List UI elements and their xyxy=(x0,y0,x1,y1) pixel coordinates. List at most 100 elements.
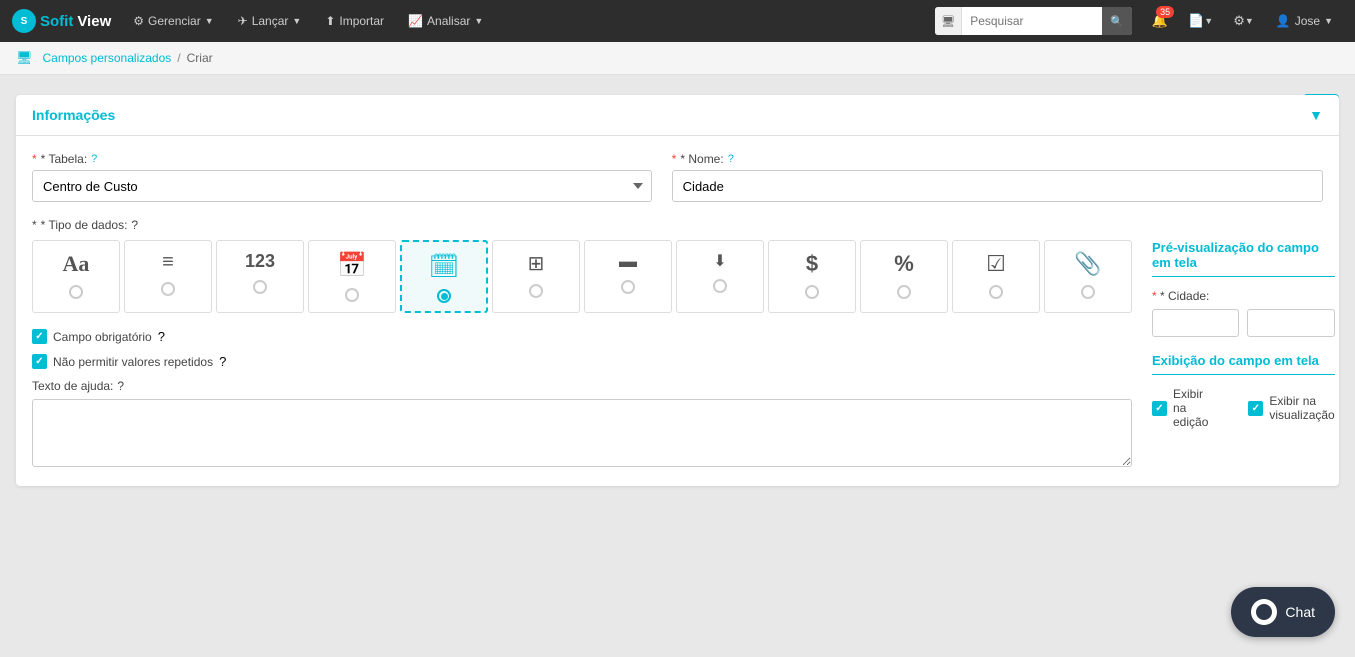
tabela-select[interactable]: Centro de CustoOutro xyxy=(32,170,652,202)
type-input1[interactable]: ▬ xyxy=(584,240,672,313)
type-attachment[interactable]: 📎 xyxy=(1044,240,1132,313)
brand-view: View xyxy=(77,13,111,30)
nao-repetir-help[interactable]: ? xyxy=(219,354,226,369)
type-text[interactable]: Aa xyxy=(32,240,120,313)
gear-icon: ⚙ xyxy=(133,14,144,28)
nome-input[interactable] xyxy=(672,170,1323,202)
nome-group: * * Nome: ? xyxy=(672,152,1323,202)
caret-icon: ▼ xyxy=(474,16,483,26)
campo-obrigatorio-help[interactable]: ? xyxy=(158,329,165,344)
table-icon: ⊞ xyxy=(528,251,545,276)
nav-gerenciar[interactable]: ⚙ Gerenciar ▼ xyxy=(123,0,223,42)
tabela-help-icon[interactable]: ? xyxy=(91,153,97,165)
display-title: Exibição do campo em tela xyxy=(1152,353,1335,375)
settings-icon: ⚙ xyxy=(1233,13,1245,29)
text-icon: Aa xyxy=(63,251,90,277)
type-calendar[interactable]: 📅 xyxy=(308,240,396,313)
type-multiline[interactable]: ≡ xyxy=(124,240,212,313)
monitor-icon: 🖥 xyxy=(935,7,962,35)
campo-obrigatorio-row: Campo obrigatório ? xyxy=(32,329,1132,344)
dropdown-caret: ▼ xyxy=(1204,16,1213,26)
info-card: Informações ▼ * * Tabela: ? Centro de Cu… xyxy=(16,95,1339,486)
texto-ajuda-help-icon[interactable]: ? xyxy=(117,379,124,393)
user-menu[interactable]: 👤 Jose ▼ xyxy=(1266,0,1343,42)
preview-title: Pré-visualização do campo em tela xyxy=(1152,240,1335,277)
type-input2[interactable]: ⬇ xyxy=(676,240,764,313)
type-datetime-radio[interactable] xyxy=(437,289,451,303)
exibir-visualizacao-checkbox[interactable] xyxy=(1248,401,1263,416)
texto-ajuda-input[interactable] xyxy=(32,399,1132,467)
type-checkbox-radio[interactable] xyxy=(989,285,1003,299)
file-button[interactable]: 📄 ▼ xyxy=(1180,0,1221,42)
notification-button[interactable]: 🔔 35 xyxy=(1144,0,1176,42)
type-table-radio[interactable] xyxy=(529,284,543,298)
type-datetime[interactable]: 🗓 xyxy=(400,240,488,313)
search-button[interactable]: 🔍 xyxy=(1102,7,1132,35)
type-currency[interactable]: $ xyxy=(768,240,856,313)
type-attachment-radio[interactable] xyxy=(1081,285,1095,299)
type-text-radio[interactable] xyxy=(69,285,83,299)
type-currency-radio[interactable] xyxy=(805,285,819,299)
brand: S Sofit View xyxy=(12,9,111,33)
preview-time-input[interactable] xyxy=(1247,309,1334,337)
breadcrumb-link[interactable]: Campos personalizados xyxy=(43,51,172,65)
input2-icon: ⬇ xyxy=(713,251,726,271)
campo-obrigatorio-checkbox[interactable] xyxy=(32,329,47,344)
number-icon: 123 xyxy=(245,251,275,272)
type-calendar-radio[interactable] xyxy=(345,288,359,302)
user-icon: 👤 xyxy=(1276,14,1291,28)
type-checkbox-field[interactable]: ☑ xyxy=(952,240,1040,313)
chat-icon xyxy=(1251,599,1277,625)
nao-repetir-row: Não permitir valores repetidos ? xyxy=(32,354,1132,369)
nav-analisar[interactable]: 📈 Analisar ▼ xyxy=(398,0,493,42)
file-icon: 📄 xyxy=(1188,13,1204,29)
caret-icon: ▼ xyxy=(292,16,301,26)
exibir-visualizacao-label: Exibir na visualização xyxy=(1269,394,1334,422)
type-multiline-radio[interactable] xyxy=(161,282,175,296)
input1-icon: ▬ xyxy=(619,251,637,272)
navbar: S Sofit View ⚙ Gerenciar ▼ ✈ Lançar ▼ ⬆ … xyxy=(0,0,1355,42)
preview-date-input[interactable] xyxy=(1152,309,1239,337)
exibir-edicao-option: Exibir na edição xyxy=(1152,387,1208,429)
tipo-dados-help-icon[interactable]: ? xyxy=(131,218,138,232)
nome-label: * * Nome: ? xyxy=(672,152,1323,166)
nav-lancar[interactable]: ✈ Lançar ▼ xyxy=(228,0,312,42)
notification-badge: 35 xyxy=(1156,6,1174,18)
launch-icon: ✈ xyxy=(238,14,248,28)
type-number[interactable]: 123 xyxy=(216,240,304,313)
chat-bubble-icon xyxy=(1256,604,1272,620)
type-input2-radio[interactable] xyxy=(713,279,727,293)
breadcrumb: 🖥 Campos personalizados / Criar 💾 xyxy=(0,42,1355,75)
collapse-button[interactable]: ▼ xyxy=(1309,107,1323,123)
card-title: Informações xyxy=(32,107,115,123)
chat-button[interactable]: Chat xyxy=(1231,587,1335,637)
nome-help-icon[interactable]: ? xyxy=(728,153,734,165)
type-table[interactable]: ⊞ xyxy=(492,240,580,313)
type-input1-radio[interactable] xyxy=(621,280,635,294)
type-percent[interactable]: % xyxy=(860,240,948,313)
tabela-label: * * Tabela: ? xyxy=(32,152,652,166)
exibir-visualizacao-option: Exibir na visualização xyxy=(1248,387,1334,429)
card-header: Informações ▼ xyxy=(16,95,1339,136)
exibir-edicao-checkbox[interactable] xyxy=(1152,401,1167,416)
percent-icon: % xyxy=(894,251,914,277)
nao-repetir-checkbox[interactable] xyxy=(32,354,47,369)
nav-importar[interactable]: ⬆ Importar xyxy=(315,0,394,42)
datetime-icon: 🗓 xyxy=(429,252,459,281)
type-number-radio[interactable] xyxy=(253,280,267,294)
options-section: Campo obrigatório ? Não permitir valores… xyxy=(32,329,1132,369)
screen-icon: 🖥 xyxy=(16,50,33,66)
type-percent-radio[interactable] xyxy=(897,285,911,299)
main-content: Informações ▼ * * Tabela: ? Centro de Cu… xyxy=(0,75,1355,506)
chart-icon: 📈 xyxy=(408,14,423,28)
settings-button[interactable]: ⚙ ▼ xyxy=(1225,0,1262,42)
import-icon: ⬆ xyxy=(325,14,335,28)
left-col: Aa ≡ 123 xyxy=(32,240,1132,470)
calendar-icon: 📅 xyxy=(337,251,367,280)
preview-field-label: * * Cidade: xyxy=(1152,289,1335,303)
breadcrumb-separator: / xyxy=(177,51,180,65)
campo-obrigatorio-label: Campo obrigatório xyxy=(53,330,152,344)
card-body: * * Tabela: ? Centro de CustoOutro * * N… xyxy=(16,136,1339,486)
tipo-dados-label: * * Tipo de dados: ? xyxy=(32,218,1323,232)
search-input[interactable] xyxy=(962,7,1102,35)
